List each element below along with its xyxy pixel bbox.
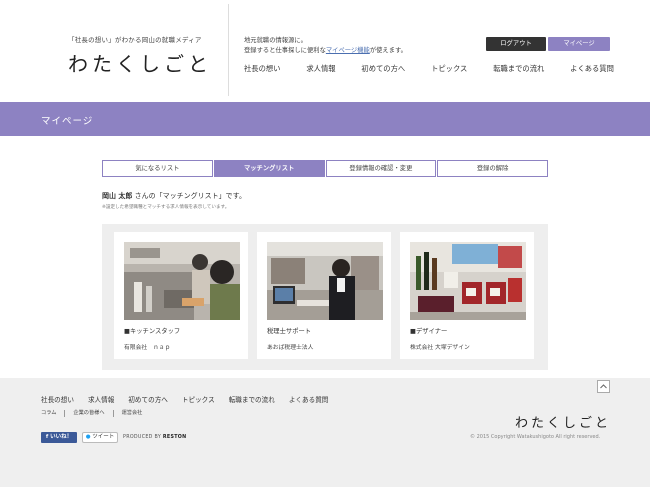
footer-nav-flow[interactable]: 転職までの流れ (229, 394, 275, 404)
produced-by: PRODUCED BY RESTON (123, 435, 187, 440)
products-photo[interactable] (410, 242, 526, 320)
copyright-symbol: © (470, 434, 477, 440)
footer-subnav-column[interactable]: コラム (41, 410, 64, 417)
job-card[interactable]: ■デザイナー 株式会社 大塚デザイン (400, 232, 534, 359)
job-title[interactable]: 税理士サポート (267, 326, 311, 335)
footer-nav-topics[interactable]: トピックス (182, 394, 215, 404)
page-banner: マイページ (0, 102, 650, 136)
tweet-button[interactable]: ● ツイート (82, 432, 118, 443)
footer-nav-faq[interactable]: よくある質問 (289, 394, 329, 404)
logout-button[interactable]: ログアウト (486, 37, 546, 51)
matching-note: ※設定した希望職種とマッチする求人情報を表示しています。 (102, 205, 230, 210)
nav-item-faq[interactable]: よくある質問 (570, 64, 614, 74)
kitchen-photo[interactable] (124, 242, 240, 320)
tweet-label: ツイート (92, 434, 115, 440)
site-tagline: 「社長の想い」がわかる岡山の就職メディア (68, 36, 202, 44)
header-intro: 地元就職の情報源に。 登録すると仕事探しに便利なマイページ機能が使えます。 (244, 36, 407, 56)
footer-subnav-operator[interactable]: 運営会社 (112, 410, 151, 417)
tab-matching[interactable]: マッチングリスト (213, 160, 325, 177)
job-card[interactable]: 税理士サポート あおば税理士法人 (257, 232, 391, 359)
like-label: いいね！ (50, 434, 73, 440)
footer-nav-first-time[interactable]: 初めての方へ (128, 394, 168, 404)
office-photo[interactable] (267, 242, 383, 320)
copyright: © 2015 Copyright Watakushigoto All right… (470, 434, 600, 440)
job-card[interactable]: ■キッチンスタッフ 有限会社 ｎａｐ (114, 232, 248, 359)
user-name: 岡山 太郎 (102, 192, 133, 200)
footer-nav-president[interactable]: 社長の想い (41, 394, 74, 404)
footer-subnav-companies[interactable]: 企業の皆様へ (64, 410, 112, 417)
chevron-up-icon[interactable] (597, 380, 610, 393)
job-title[interactable]: ■デザイナー (410, 326, 447, 335)
tab-profile[interactable]: 登録情報の確認・変更 (325, 160, 437, 177)
global-nav: 社長の想い 求人情報 初めての方へ トピックス 転職までの流れ よくある質問 (244, 64, 614, 74)
nav-item-first-time[interactable]: 初めての方へ (361, 64, 405, 74)
mypage-feature-link[interactable]: マイページ機能 (326, 47, 370, 54)
footer-subnav: コラム 企業の皆様へ 運営会社 (41, 410, 150, 417)
greeting-text: さんの「マッチングリスト」です。 (132, 192, 246, 200)
producer-logo[interactable]: RESTON (163, 435, 187, 440)
site-header: 「社長の想い」がわかる岡山の就職メディア わたくしごと 地元就職の情報源に。 登… (0, 0, 650, 100)
company-name: 株式会社 大塚デザイン (410, 345, 470, 351)
nav-item-topics[interactable]: トピックス (431, 64, 467, 74)
nav-item-jobs[interactable]: 求人情報 (306, 64, 335, 74)
copyright-text: 2015 Copyright Watakushigoto All right r… (476, 434, 601, 440)
tab-favorites[interactable]: 気になるリスト (102, 160, 213, 177)
company-name: 有限会社 ｎａｐ (124, 345, 171, 351)
greeting: 岡山 太郎 さんの「マッチングリスト」です。 (102, 191, 246, 201)
intro-line-2: 登録すると仕事探しに便利なマイページ機能が使えます。 (244, 46, 407, 56)
intro-line-1: 地元就職の情報源に。 (244, 37, 307, 44)
job-title[interactable]: ■キッチンスタッフ (124, 326, 180, 335)
footer-logo[interactable]: わたくしごと (515, 412, 611, 431)
footer-nav-jobs[interactable]: 求人情報 (88, 394, 114, 404)
nav-item-president[interactable]: 社長の想い (244, 64, 280, 74)
intro-text-after: が使えます。 (369, 47, 407, 54)
header-divider (228, 4, 229, 96)
intro-text-before: 登録すると仕事探しに便利な (244, 47, 326, 54)
mypage-tabs: 気になるリスト マッチングリスト 登録情報の確認・変更 登録の解除 (102, 160, 548, 177)
footer-nav: 社長の想い 求人情報 初めての方へ トピックス 転職までの流れ よくある質問 (41, 394, 328, 404)
tab-unregister[interactable]: 登録の解除 (437, 160, 548, 177)
facebook-like-button[interactable]: f いいね！ (41, 432, 77, 443)
nav-item-flow[interactable]: 転職までの流れ (493, 64, 544, 74)
page-title: マイページ (41, 116, 94, 127)
company-name: あおば税理士法人 (267, 345, 314, 351)
site-logo[interactable]: わたくしごと (68, 48, 212, 77)
produced-label: PRODUCED BY (123, 435, 162, 440)
mypage-button[interactable]: マイページ (548, 37, 610, 51)
social-buttons: f いいね！ ● ツイート PRODUCED BY RESTON (41, 432, 187, 443)
